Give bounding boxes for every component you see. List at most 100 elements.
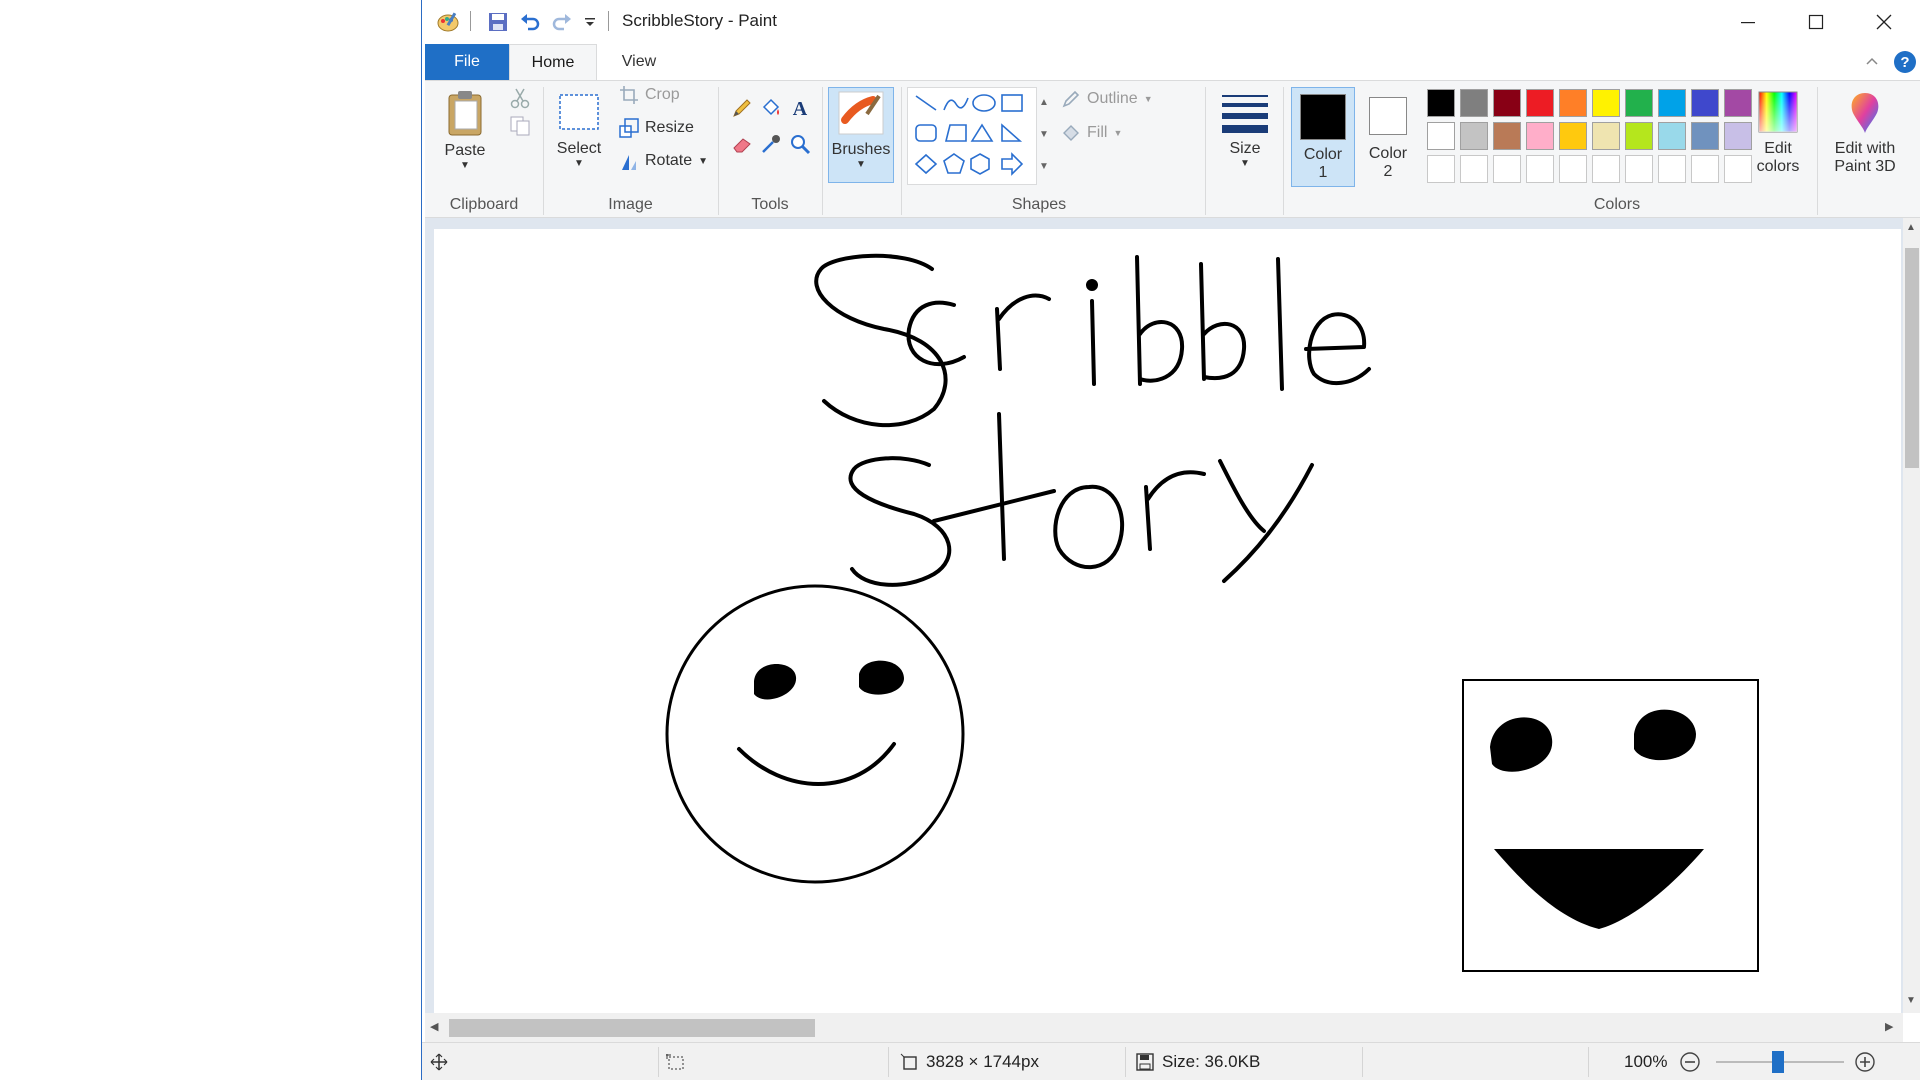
color-swatch[interactable] [1592,122,1620,150]
shapes-scroll[interactable]: ▲ ▼ ▼ [1037,87,1051,183]
ribbon-tabs: File Home View ? [425,44,1920,80]
outline-label: Outline [1087,90,1138,107]
smiley-face-circle [665,584,965,884]
color-swatch[interactable] [1658,89,1686,117]
color-swatch[interactable] [1493,122,1521,150]
cut-icon[interactable] [509,87,531,113]
color-swatch[interactable] [1625,122,1653,150]
eraser-icon[interactable] [731,133,753,159]
horizontal-scroll-thumb[interactable] [449,1019,815,1037]
tab-home[interactable]: Home [509,44,597,80]
story-r-stroke [1144,470,1206,551]
story-t-stroke [932,412,1056,561]
vertical-scroll-thumb[interactable] [1905,248,1919,468]
color2-number: 2 [1383,163,1393,180]
close-button[interactable] [1850,0,1918,44]
resize-button[interactable]: Resize [619,118,694,138]
color-swatch[interactable] [1559,122,1587,150]
edit-colors-label-2: colors [1756,158,1800,175]
shapes-group-label: Shapes [1011,196,1067,213]
crop-button[interactable]: Crop [619,85,680,105]
color2-button[interactable]: Color 2 [1357,87,1419,187]
color-swatch[interactable] [1691,122,1719,150]
color-swatch[interactable] [1526,122,1554,150]
crop-label: Crop [645,86,680,103]
zoom-out-button[interactable] [1679,1043,1701,1081]
help-icon[interactable]: ? [1893,50,1917,78]
brushes-button[interactable]: Brushes ▼ [828,87,894,183]
window-title: ScribbleStory - Paint [622,11,777,30]
paint3d-button[interactable]: Edit with Paint 3D [1821,89,1909,176]
story-y-stroke [1218,459,1314,583]
color-swatch[interactable] [1592,155,1620,183]
color-swatch[interactable] [1691,155,1719,183]
color-picker-icon[interactable] [760,133,782,159]
color1-swatch [1300,94,1346,140]
paint-app-icon[interactable] [434,8,462,36]
outline-icon [1062,90,1080,108]
drawing-canvas[interactable] [434,229,1901,1013]
pencil-icon[interactable] [731,97,753,123]
size-button[interactable]: Size ▼ [1215,89,1275,169]
text-tool-icon[interactable]: A [789,97,811,123]
scroll-left-icon[interactable]: ◀ [430,1020,438,1033]
color1-label: Color [1303,146,1343,163]
story-o-stroke [1053,484,1125,570]
minimize-button[interactable] [1714,0,1782,44]
tab-view[interactable]: View [597,44,681,80]
fill-bucket-icon[interactable] [760,97,782,123]
fill-icon [1063,125,1079,141]
color-swatch[interactable] [1559,89,1587,117]
customize-quick-access-icon[interactable] [576,8,604,36]
shapes-gallery[interactable] [907,87,1037,185]
color-swatch[interactable] [1559,155,1587,183]
disk-icon [1136,1053,1154,1071]
fill-button[interactable]: Fill ▼ [1061,123,1122,143]
color1-button[interactable]: Color 1 [1291,87,1355,187]
color-swatch[interactable] [1427,155,1455,183]
color-swatch[interactable] [1691,89,1719,117]
collapse-ribbon-icon[interactable] [1865,54,1879,72]
color-swatch[interactable] [1427,89,1455,117]
save-icon[interactable] [484,8,512,36]
scroll-right-icon[interactable]: ▶ [1885,1020,1893,1033]
color-swatch[interactable] [1493,89,1521,117]
horizontal-scrollbar[interactable]: ◀ ▶ [425,1013,1903,1042]
resize-label: Resize [645,119,694,136]
redo-icon[interactable] [548,8,576,36]
color-swatch[interactable] [1460,89,1488,117]
outline-button[interactable]: Outline ▼ [1061,89,1153,109]
rotate-button[interactable]: Rotate ▼ [619,151,708,171]
color-swatch[interactable] [1658,155,1686,183]
scroll-down-icon[interactable]: ▼ [1906,995,1916,1006]
paste-button[interactable]: Paste ▼ [439,89,491,171]
brushes-label: Brushes [831,141,891,158]
color-swatch[interactable] [1625,89,1653,117]
color-swatch[interactable] [1658,122,1686,150]
copy-icon[interactable] [509,115,531,141]
color2-label: Color [1368,145,1408,162]
color-swatch[interactable] [1427,122,1455,150]
scroll-up-icon[interactable]: ▲ [1906,222,1916,233]
color-swatch[interactable] [1460,122,1488,150]
color-swatch[interactable] [1493,155,1521,183]
color2-swatch [1369,97,1407,135]
smiley-face-square [1462,679,1759,972]
zoom-in-button[interactable] [1854,1043,1876,1081]
vertical-scrollbar[interactable]: ▲ ▼ [1903,218,1920,1013]
color1-number: 1 [1318,164,1328,181]
select-button[interactable]: Select ▼ [549,89,609,169]
color-swatch[interactable] [1625,155,1653,183]
undo-icon[interactable] [516,8,544,36]
magnifier-icon[interactable] [789,133,811,159]
color-swatch[interactable] [1526,89,1554,117]
color-swatch[interactable] [1526,155,1554,183]
paint3d-label-1: Edit with [1834,140,1896,157]
color-swatch[interactable] [1460,155,1488,183]
shapes-icons [914,94,1024,176]
edit-colors-button[interactable]: Edit colors [1747,89,1809,176]
zoom-slider-thumb[interactable] [1772,1051,1784,1073]
maximize-button[interactable] [1782,0,1850,44]
color-swatch[interactable] [1592,89,1620,117]
tab-file[interactable]: File [425,44,509,80]
